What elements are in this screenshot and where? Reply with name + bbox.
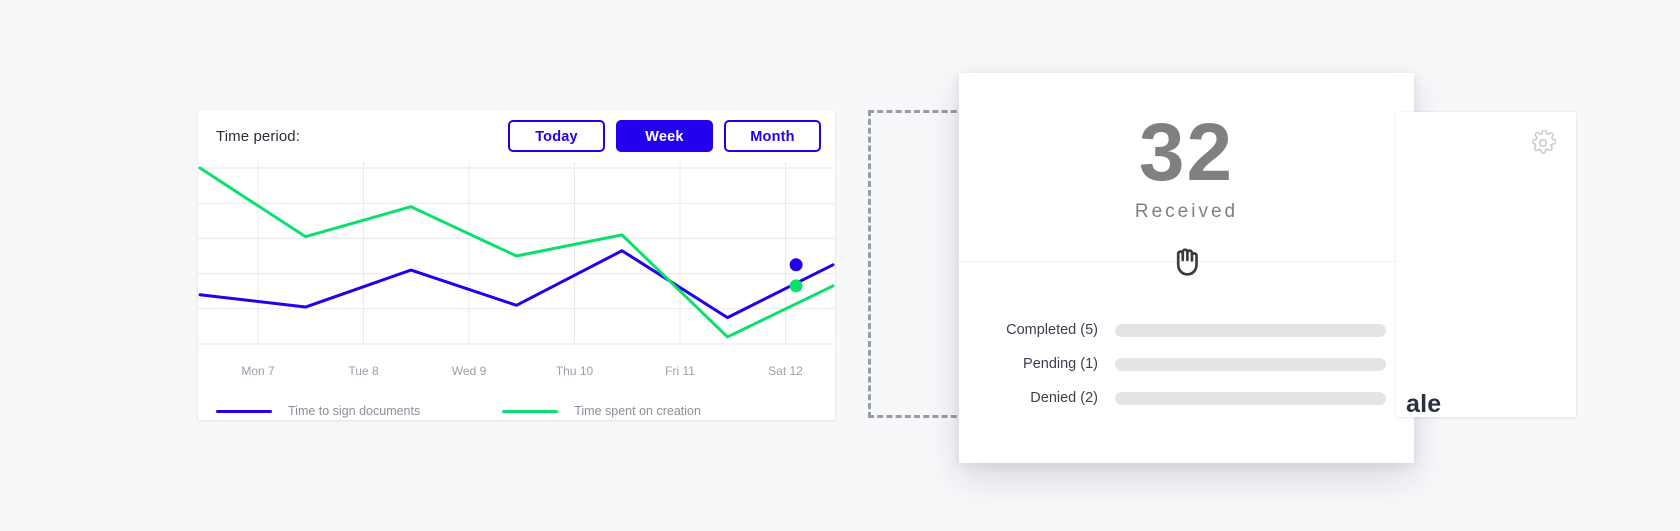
status-row-completed: Completed (5) — [987, 313, 1386, 347]
status-label-denied: Denied (2) — [1030, 390, 1098, 406]
line-chart-svg — [198, 162, 835, 345]
grabbing-hand-icon — [1176, 248, 1198, 276]
x-axis-tick-label: Fri 11 — [665, 364, 695, 378]
status-label-completed: Completed (5) — [1006, 322, 1098, 338]
legend-swatch-green — [502, 409, 559, 413]
dashboard-canvas: Time period: Today Week Month Mon 7 Tue 8… — [0, 0, 1680, 531]
x-axis-tick-label: Wed 9 — [451, 364, 487, 378]
status-row-pending: Pending (1) — [987, 347, 1386, 381]
received-kpi: 32 Received — [959, 73, 1414, 223]
x-axis-tick-label: Sat 12 — [768, 364, 803, 378]
chart-legend: Time to sign documents Time spent on cre… — [198, 388, 835, 418]
legend-item-sign-documents: Time to sign documents — [216, 404, 420, 418]
time-period-label: Time period: — [216, 127, 301, 145]
received-count: 32 — [1138, 107, 1235, 198]
legend-swatch-blue — [216, 409, 272, 413]
status-label-pending: Pending (1) — [1023, 356, 1098, 372]
status-track-pending — [1115, 357, 1386, 371]
line-chart-plot — [198, 162, 835, 362]
received-count-label: Received — [1134, 201, 1239, 222]
chart-series-layer — [198, 166, 835, 339]
obscured-card-title: ale — [1406, 390, 1442, 417]
obscured-widget-card: ale — [1396, 112, 1576, 417]
chart-card-header: Time period: Today Week Month — [198, 110, 835, 162]
time-period-button-group: Today Week Month — [508, 120, 821, 152]
legend-label-creation-time: Time spent on creation — [574, 404, 701, 418]
x-axis-tick-label: Tue 8 — [348, 364, 379, 378]
chart-gridlines — [198, 162, 835, 345]
x-axis-tick-label: Thu 10 — [555, 364, 594, 378]
time-period-month-button[interactable]: Month — [724, 120, 821, 152]
status-row-denied: Denied (2) — [987, 381, 1386, 415]
received-summary-card[interactable]: 32 Received Completed (5) Pending (1) De… — [959, 73, 1414, 463]
status-track-denied — [1115, 391, 1386, 405]
status-bar-list: Completed (5) Pending (1) Denied (2) — [959, 313, 1414, 415]
legend-item-creation-time: Time spent on creation — [502, 404, 701, 418]
status-track-completed — [1115, 323, 1386, 337]
x-axis-tick-label: Mon 7 — [241, 364, 275, 378]
chart-x-axis: Mon 7 Tue 8 Wed 9 Thu 10 Fri 11 Sat 12 — [198, 362, 835, 388]
legend-label-sign-documents: Time to sign documents — [288, 404, 421, 418]
gear-icon[interactable] — [1530, 129, 1557, 161]
time-period-week-button[interactable]: Week — [616, 120, 713, 152]
analytics-chart-card: Time period: Today Week Month Mon 7 Tue 8… — [198, 110, 835, 420]
time-period-today-button[interactable]: Today — [508, 120, 605, 152]
